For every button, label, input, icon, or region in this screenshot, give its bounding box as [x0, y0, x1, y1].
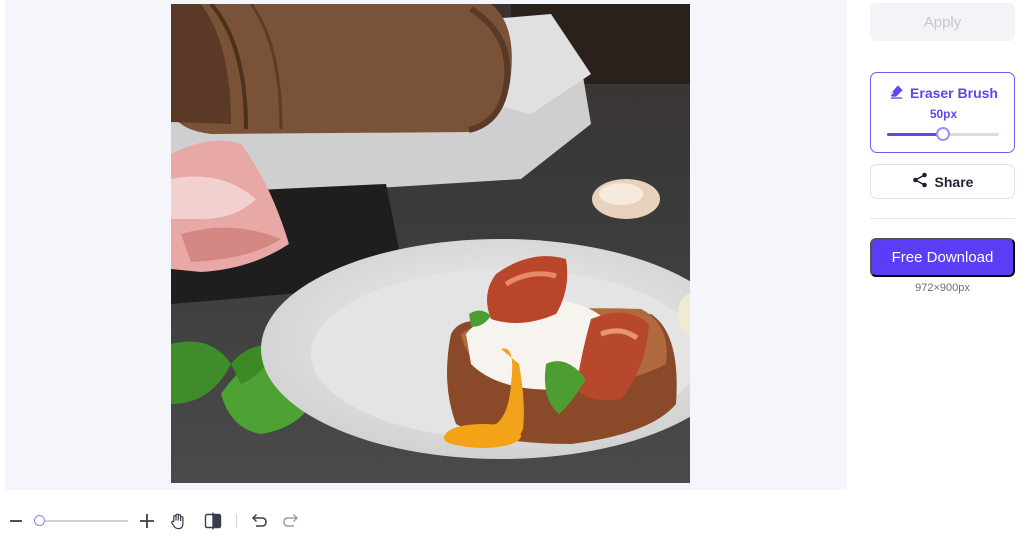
- eraser-brush-title: Eraser Brush: [910, 85, 998, 101]
- canvas-area: [5, 0, 847, 490]
- compare-icon[interactable]: [202, 508, 224, 534]
- brush-size-slider-fill: [887, 133, 943, 136]
- apply-button[interactable]: Apply: [870, 3, 1015, 41]
- zoom-in-icon[interactable]: [138, 508, 156, 534]
- edited-photo[interactable]: [171, 4, 690, 483]
- undo-icon[interactable]: [248, 508, 270, 534]
- redo-icon[interactable]: [280, 508, 302, 534]
- share-label: Share: [934, 173, 974, 190]
- share-icon: [912, 172, 928, 191]
- bottom-toolbar: [8, 508, 308, 534]
- eraser-brush-panel[interactable]: Eraser Brush 50px: [870, 72, 1015, 153]
- zoom-out-icon[interactable]: [8, 508, 24, 534]
- sidebar: Apply Eraser Brush 50px Share Free Downl…: [870, 0, 1015, 310]
- share-button[interactable]: Share: [870, 164, 1015, 199]
- divider: [870, 218, 1015, 219]
- eraser-brush-header: Eraser Brush: [871, 84, 1016, 102]
- photo-image: [171, 4, 690, 483]
- zoom-slider-thumb[interactable]: [34, 515, 45, 526]
- brush-size-slider-thumb[interactable]: [936, 127, 950, 141]
- toolbar-separator: [236, 514, 237, 528]
- free-download-button[interactable]: Free Download: [870, 238, 1015, 277]
- image-dimensions: 972×900px: [915, 282, 970, 294]
- brush-size-value: 50px: [929, 107, 958, 121]
- brush-size-slider[interactable]: [887, 127, 999, 141]
- hand-pan-icon[interactable]: [167, 508, 189, 534]
- eraser-icon: [889, 84, 904, 102]
- zoom-slider[interactable]: [34, 515, 128, 526]
